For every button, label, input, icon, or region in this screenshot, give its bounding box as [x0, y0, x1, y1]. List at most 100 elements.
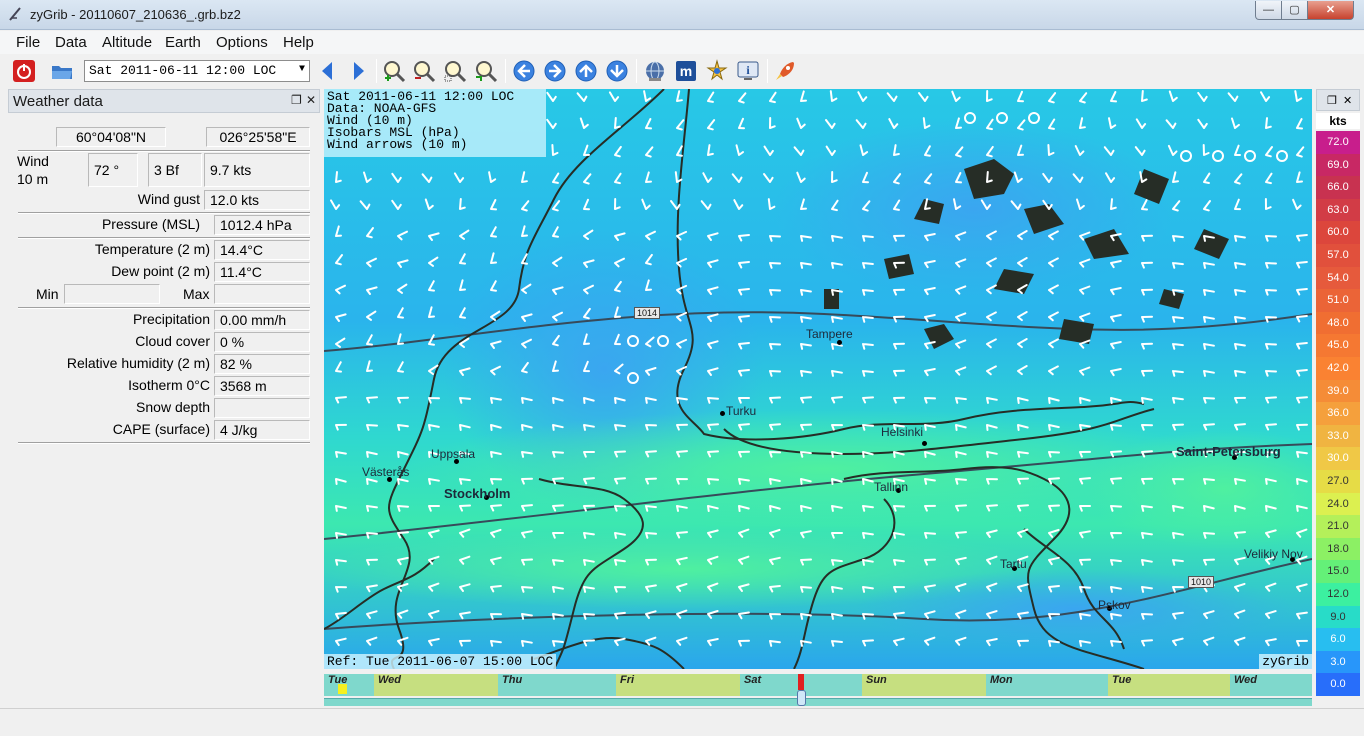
legend-value: 42.0: [1316, 357, 1360, 380]
snow-depth-label: Snow depth: [136, 399, 210, 415]
cloud-cover-label: Cloud cover: [135, 333, 210, 349]
legend-value: 24.0: [1316, 492, 1360, 516]
arrow-right-icon: [354, 62, 364, 80]
timeline-current-marker: [798, 674, 804, 690]
pan-up-button[interactable]: [574, 59, 598, 83]
min-temp-label: Min: [36, 286, 59, 302]
close-panel-icon[interactable]: ✕: [1343, 94, 1352, 107]
wind-speed-field: 9.7 kts: [204, 153, 310, 187]
menu-data[interactable]: Data: [55, 34, 87, 51]
toolbar-separator: [505, 59, 506, 83]
legend-value: 51.0: [1316, 289, 1360, 312]
weather-data-panel: Weather data ❐ ✕ 60°04'08"N 026°25'58"E …: [8, 89, 320, 701]
map-info-overlay: Sat 2011-06-11 12:00 LOC Data: NOAA-GFS …: [324, 89, 546, 157]
cape-label: CAPE (surface): [112, 421, 210, 437]
toolbar: Sat 2011-06-11 12:00 LOC ▼ m i: [0, 55, 1364, 87]
star-marker-icon: [706, 59, 728, 81]
close-window-button[interactable]: ✕: [1307, 1, 1354, 20]
menu-help[interactable]: Help: [283, 34, 314, 51]
open-file-button[interactable]: [50, 59, 74, 83]
city-uppsala: Uppsala: [431, 447, 476, 461]
zoom-selection-button[interactable]: [443, 59, 467, 83]
longitude-field: 026°25'58"E: [206, 127, 310, 147]
meteotable-m-icon: m: [676, 61, 696, 81]
legend-value: 45.0: [1316, 334, 1360, 357]
weather-map[interactable]: Sat 2011-06-11 12:00 LOC Data: NOAA-GFS …: [324, 89, 1312, 669]
globe-icon: [646, 61, 664, 81]
arrow-left-icon: [322, 62, 332, 80]
zygrib-app-icon: [9, 7, 21, 21]
zoom-in-button[interactable]: [382, 59, 406, 83]
map-info-layer-arrows: Wind arrows (10 m): [327, 137, 468, 152]
pan-down-button[interactable]: [605, 59, 629, 83]
timeline-day[interactable]: Tue: [324, 674, 374, 696]
toolbar-separator: [376, 59, 377, 83]
temperature-field: 14.4°C: [214, 240, 310, 260]
timeline-day[interactable]: Thu: [498, 674, 616, 696]
city-saint-petersburg: Saint-Petersburg: [1176, 444, 1281, 459]
menu-altitude[interactable]: Altitude: [102, 34, 152, 51]
legend-value: 72.0: [1316, 131, 1360, 154]
quit-button[interactable]: [12, 59, 36, 83]
timeline-day[interactable]: Wed: [1230, 674, 1312, 696]
poi-button[interactable]: [705, 59, 729, 83]
toolbar-separator: [636, 59, 637, 83]
timeline-day[interactable]: Wed: [374, 674, 498, 696]
timeline-day[interactable]: Sun: [862, 674, 986, 696]
menu-options[interactable]: Options: [216, 34, 268, 51]
timeline-day[interactable]: Mon: [986, 674, 1108, 696]
info-monitor-icon: i: [737, 61, 759, 80]
cape-field: 4 J/kg: [214, 420, 310, 440]
legend-value: 63.0: [1316, 198, 1360, 222]
timeline-slider-track[interactable]: [324, 698, 1312, 706]
legend-value: 36.0: [1316, 402, 1360, 425]
city-dot: [720, 411, 725, 416]
legend-value: 30.0: [1316, 447, 1360, 470]
timeline-day[interactable]: Fri: [616, 674, 740, 696]
legend-value: 69.0: [1316, 153, 1360, 177]
maximize-button[interactable]: ▢: [1281, 1, 1308, 20]
menu-earth[interactable]: Earth: [165, 34, 201, 51]
meteotable-button[interactable]: m: [674, 59, 698, 83]
title-bar: zyGrib - 20110607_210636_.grb.bz2 — ▢ ✕: [0, 0, 1364, 30]
panel-title: Weather data: [13, 93, 103, 110]
legend-value: 60.0: [1316, 221, 1360, 244]
minimize-button[interactable]: —: [1255, 1, 1282, 20]
circle-arrow-up-icon: [575, 60, 597, 82]
next-date-button[interactable]: [346, 59, 370, 83]
legend-value: 66.0: [1316, 176, 1360, 199]
pan-left-button[interactable]: [512, 59, 536, 83]
legend-value: 54.0: [1316, 266, 1360, 290]
zoom-out-button[interactable]: [412, 59, 436, 83]
animation-button[interactable]: [773, 59, 797, 83]
globe-view-button[interactable]: [643, 59, 667, 83]
info-button[interactable]: i: [736, 59, 760, 83]
separator: [18, 442, 310, 444]
forecast-date-select[interactable]: Sat 2011-06-11 12:00 LOC ▼: [84, 60, 310, 82]
legend-value: 48.0: [1316, 311, 1360, 335]
menu-file[interactable]: File: [16, 34, 40, 51]
separator: [18, 237, 310, 239]
legend-value: 27.0: [1316, 470, 1360, 493]
zoom-full-button[interactable]: [474, 59, 498, 83]
legend-value: 21.0: [1316, 515, 1360, 538]
menu-bar: File Data Altitude Earth Options Help: [0, 31, 1364, 54]
float-panel-icon[interactable]: ❐: [1327, 94, 1337, 107]
forecast-timeline[interactable]: Tue Wed Thu Fri Sat Sun Mon Tue Wed: [324, 674, 1312, 696]
legend-value: 9.0: [1316, 605, 1360, 629]
circle-arrow-down-icon: [606, 60, 628, 82]
chevron-down-icon: ▼: [298, 64, 305, 75]
previous-date-button[interactable]: [316, 59, 340, 83]
close-panel-icon[interactable]: ✕: [306, 93, 316, 107]
city-helsinki: Helsinki: [881, 425, 924, 439]
min-temp-field: [64, 284, 160, 304]
float-panel-icon[interactable]: ❐: [291, 93, 302, 107]
temperature-label: Temperature (2 m): [94, 241, 210, 257]
legend-value: 15.0: [1316, 560, 1360, 583]
latitude-field: 60°04'08"N: [56, 127, 166, 147]
timeline-slider-handle[interactable]: [797, 690, 806, 706]
pan-right-button[interactable]: [543, 59, 567, 83]
timeline-day[interactable]: Tue: [1108, 674, 1230, 696]
legend-value: 3.0: [1316, 650, 1360, 674]
city-velikiy-novgorod: Velikiy Nov: [1244, 547, 1303, 561]
